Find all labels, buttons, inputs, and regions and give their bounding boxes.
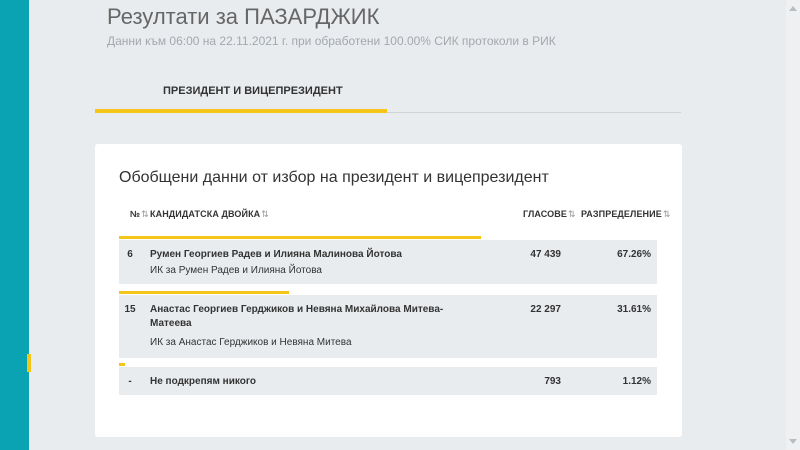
candidate-number: 6	[127, 249, 133, 260]
sort-arrows-icon: ⇅	[662, 209, 671, 219]
votes-count: 22 297	[530, 304, 561, 315]
column-header-pair[interactable]: КАНДИДАТСКА ДВОЙКА⇅	[150, 209, 269, 220]
candidate-number: -	[128, 376, 132, 387]
left-accent-bar	[0, 0, 29, 450]
tab-active-indicator	[95, 109, 387, 113]
candidate-number: 15	[124, 304, 136, 315]
votes-count: 793	[544, 376, 561, 387]
tab-label: ПРЕЗИДЕНТ И ВИЦЕПРЕЗИДЕНТ	[163, 85, 343, 97]
column-header-votes[interactable]: ГЛАСОВЕ⇅	[523, 209, 576, 220]
tab-president-vice-president[interactable]: ПРЕЗИДЕНТ И ВИЦЕПРЕЗИДЕНТ	[95, 72, 387, 113]
share-bar	[119, 236, 481, 239]
sort-arrows-icon: ⇅	[141, 209, 149, 219]
sort-arrows-icon: ⇅	[261, 209, 269, 219]
sort-arrows-icon: ⇅	[567, 209, 576, 219]
column-header-share[interactable]: РАЗПРЕДЕЛЕНИЕ⇅	[581, 209, 670, 220]
page-subtitle: Данни към 06:00 на 22.11.2021 г. при обр…	[107, 34, 556, 48]
left-accent-marker	[27, 354, 31, 372]
results-card: Обобщени данни от избор на президент и в…	[95, 144, 682, 437]
candidate-pair-name: Анастас Георгиев Герджиков и Невяна Миха…	[150, 304, 444, 329]
scroll-down-arrow-icon[interactable]	[789, 439, 797, 444]
scrollbar[interactable]	[786, 0, 800, 450]
candidate-pair-name: Не подкрепям никого	[150, 376, 256, 387]
vote-share: 1.12%	[622, 376, 651, 387]
table-row[interactable]: 15 Анастас Георгиев Герджиков и Невяна М…	[119, 295, 657, 358]
tab-bar: ПРЕЗИДЕНТ И ВИЦЕПРЕЗИДЕНТ	[95, 72, 681, 113]
candidate-pair-name: Румен Георгиев Радев и Илияна Малинова Й…	[150, 249, 402, 260]
table-row[interactable]: 6 Румен Георгиев Радев и Илияна Малинова…	[119, 240, 657, 284]
share-bar	[119, 363, 125, 366]
candidate-committee: ИК за Румен Радев и Илияна Йотова	[150, 265, 322, 276]
candidate-committee: ИК за Анастас Герджиков и Невяна Митева	[150, 337, 352, 348]
column-header-number[interactable]: №⇅	[130, 209, 149, 220]
votes-count: 47 439	[530, 249, 561, 260]
card-title: Обобщени данни от избор на президент и в…	[119, 169, 549, 186]
vote-share: 31.61%	[617, 304, 651, 315]
page-title: Резултати за ПАЗАРДЖИК	[107, 4, 380, 29]
share-bar	[119, 291, 289, 294]
table-row[interactable]: - Не подкрепям никого 793 1.12%	[119, 367, 657, 395]
vote-share: 67.26%	[617, 249, 651, 260]
scroll-up-arrow-icon[interactable]	[789, 6, 797, 11]
